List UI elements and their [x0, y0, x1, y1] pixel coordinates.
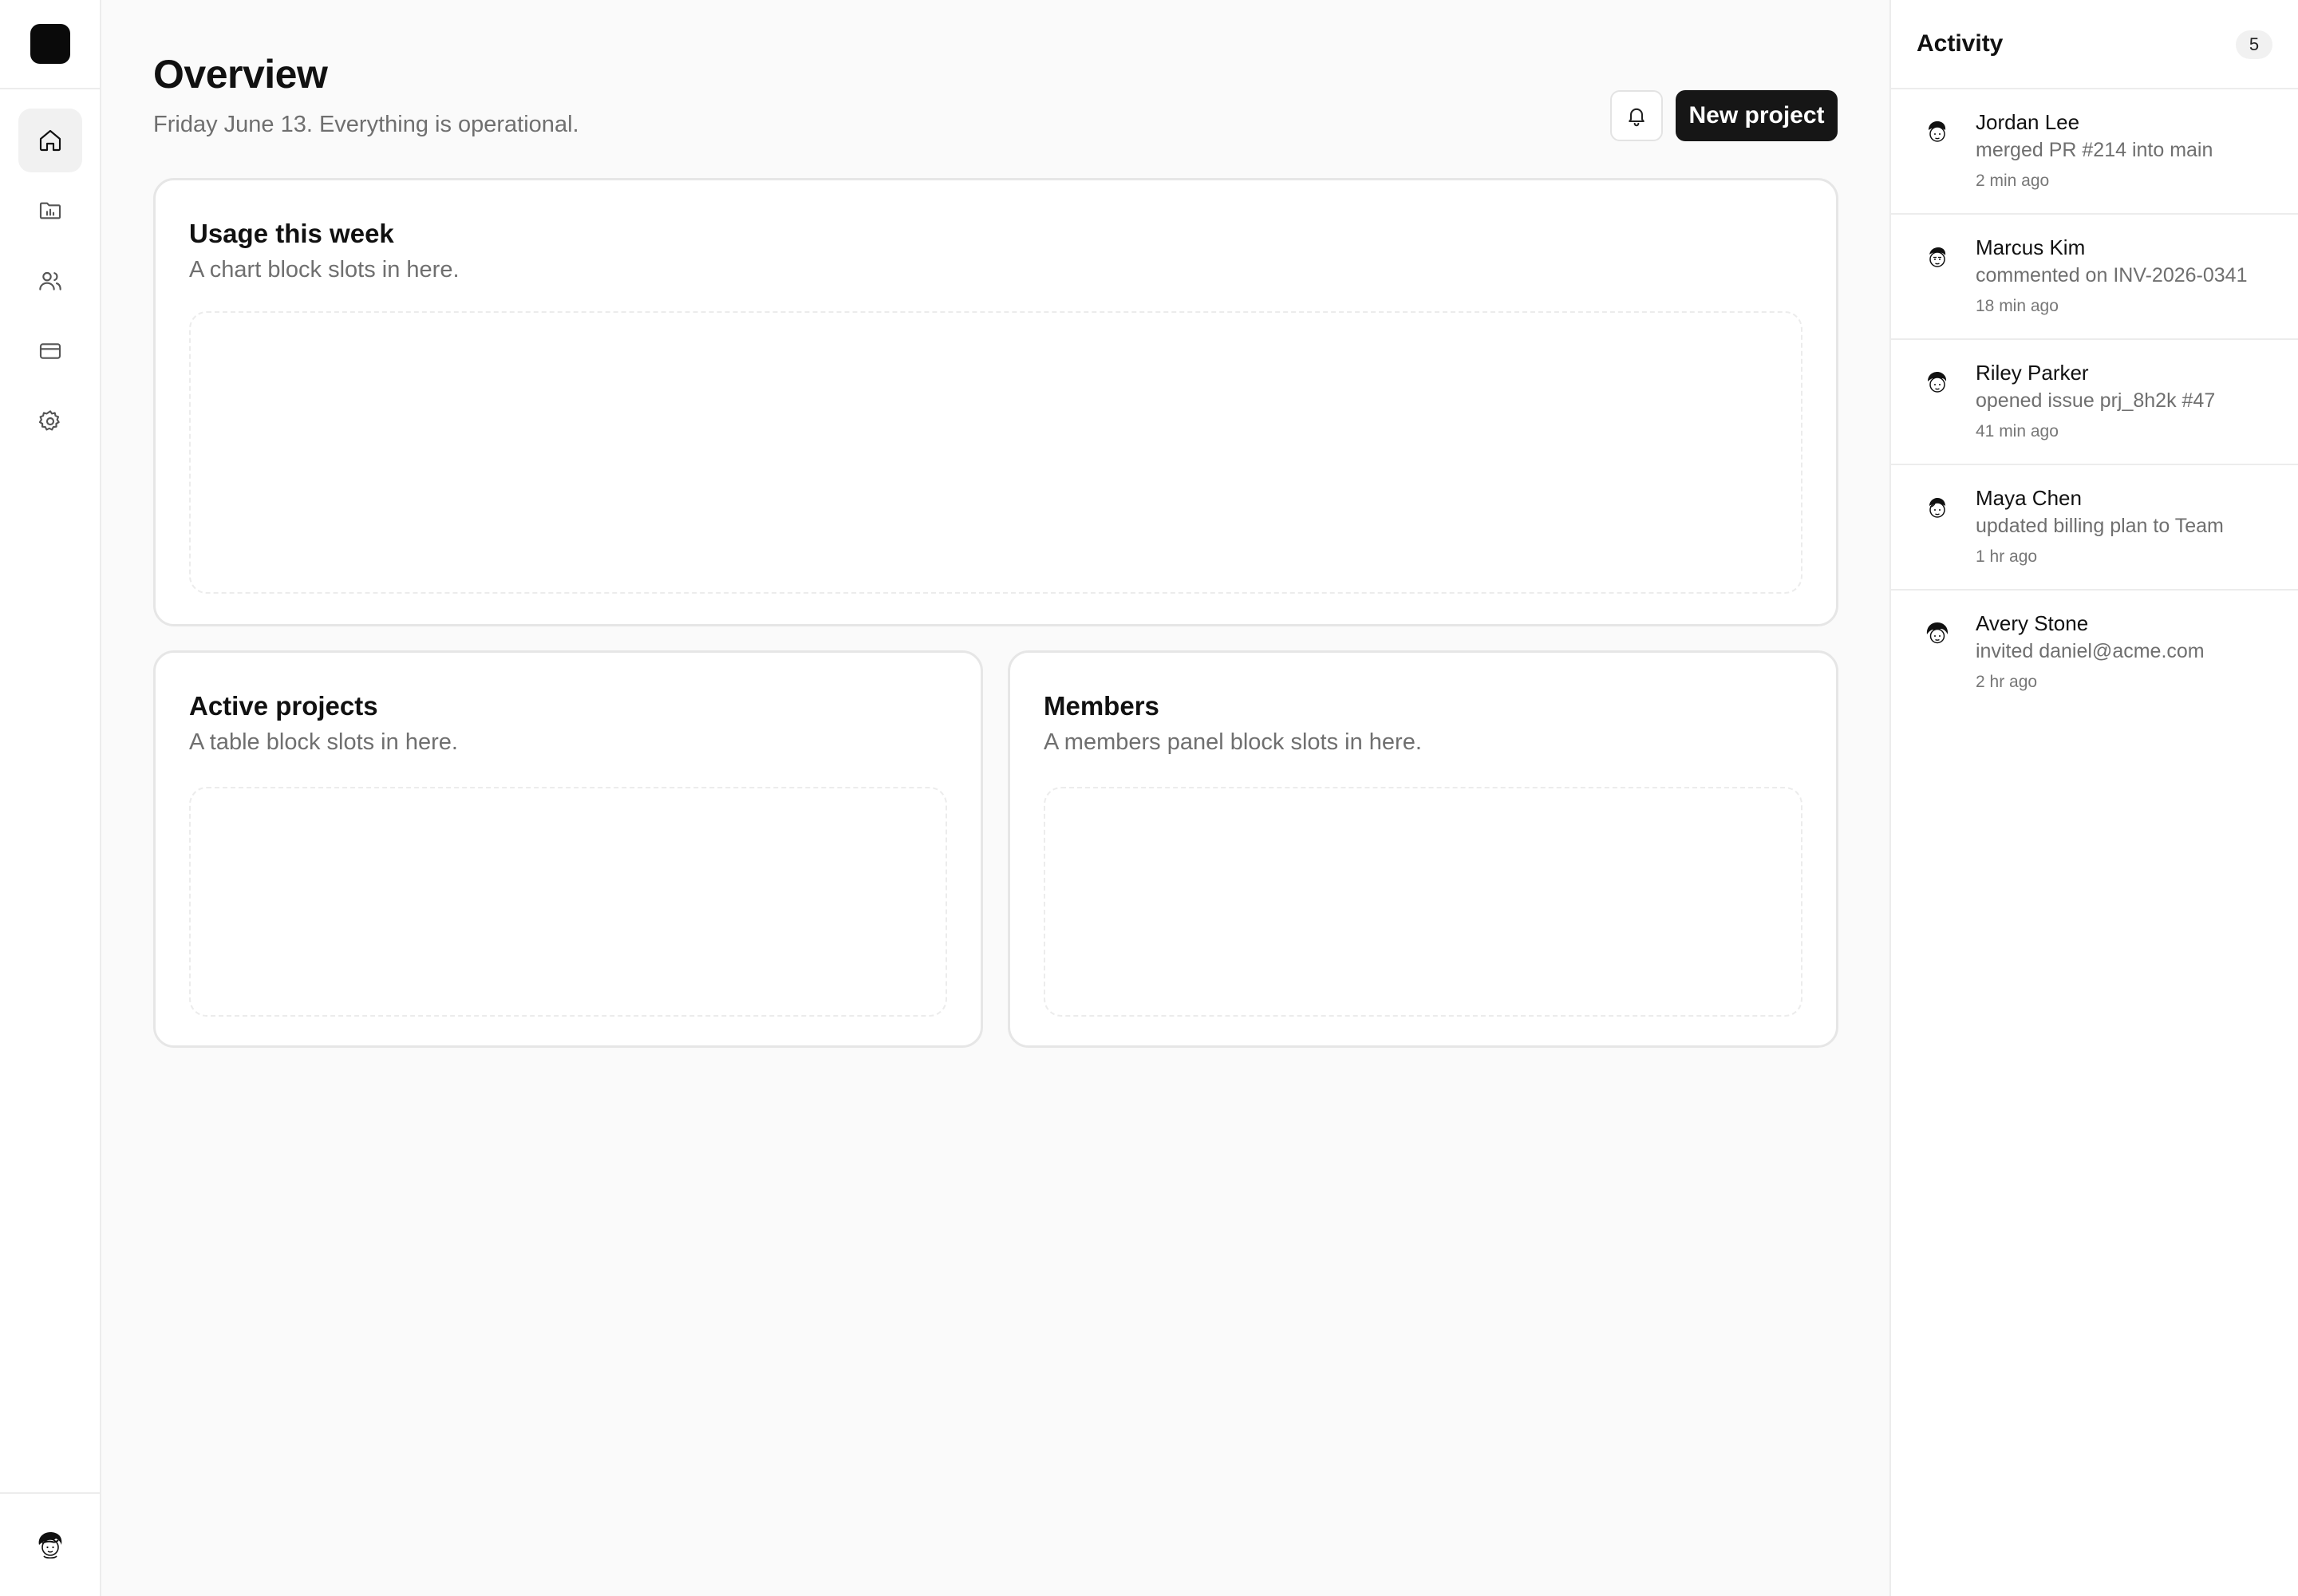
activity-item[interactable]: Maya Chen updated billing plan to Team 1…: [1891, 465, 2298, 591]
avatar: [1920, 115, 1955, 150]
active-projects-card: Active projects A table block slots in h…: [153, 650, 983, 1048]
active-projects-card-title: Active projects: [189, 691, 378, 721]
primary-nav: [0, 89, 100, 453]
home-icon: [39, 129, 61, 152]
activity-message: commented on INV-2026-0341: [1976, 264, 2248, 286]
avatar-icon: [1929, 247, 1946, 267]
usage-card-title: Usage this week: [189, 219, 394, 248]
usage-card-description: A chart block slots in here.: [189, 257, 460, 282]
activity-header: Activity 5: [1891, 0, 2298, 89]
activity-message: invited daniel@acme.com: [1976, 640, 2205, 662]
activity-user-name: Riley Parker: [1976, 361, 2089, 385]
page-subtitle: Friday June 13. Everything is operationa…: [153, 112, 579, 137]
chart-slot: [189, 311, 1802, 594]
activity-item[interactable]: Marcus Kim commented on INV-2026-0341 18…: [1891, 215, 2298, 340]
members-slot: [1044, 787, 1802, 1017]
nav-item-settings[interactable]: [18, 389, 82, 453]
activity-time: 41 min ago: [1976, 422, 2059, 440]
activity-user-name: Jordan Lee: [1976, 110, 2080, 134]
nav-rail: [0, 0, 101, 1596]
activity-item[interactable]: Riley Parker opened issue prj_8h2k #47 4…: [1891, 340, 2298, 465]
activity-item[interactable]: Jordan Lee merged PR #214 into main 2 mi…: [1891, 89, 2298, 215]
notifications-button[interactable]: [1610, 90, 1663, 141]
avatar: [1920, 240, 1955, 275]
avatar-icon: [1929, 121, 1946, 142]
avatar: [1920, 616, 1955, 651]
active-projects-card-description: A table block slots in here.: [189, 729, 458, 755]
nav-item-team[interactable]: [18, 249, 82, 313]
logo-area: [0, 0, 100, 89]
avatar-icon: [1928, 372, 1947, 393]
activity-count-badge: 5: [2236, 30, 2272, 59]
page-title: Overview: [153, 52, 328, 97]
activity-user-name: Maya Chen: [1976, 486, 2082, 510]
nav-item-billing[interactable]: [18, 319, 82, 383]
usage-card: Usage this week A chart block slots in h…: [153, 178, 1838, 626]
members-card-description: A members panel block slots in here.: [1044, 729, 1422, 755]
activity-message: updated billing plan to Team: [1976, 515, 2224, 537]
avatar: [1920, 365, 1955, 401]
gear-icon: [38, 410, 60, 431]
new-project-button[interactable]: New project: [1676, 90, 1838, 141]
table-slot: [189, 787, 947, 1017]
activity-time: 2 hr ago: [1976, 673, 2038, 691]
user-avatar[interactable]: [31, 1527, 69, 1563]
nav-item-projects[interactable]: [18, 179, 82, 243]
avatar: [1920, 491, 1955, 526]
user-menu[interactable]: [0, 1492, 100, 1596]
activity-time: 18 min ago: [1976, 297, 2059, 315]
activity-time: 2 min ago: [1976, 172, 2050, 190]
user-avatar-icon: [38, 1532, 61, 1559]
activity-title: Activity: [1917, 30, 2004, 57]
activity-message: opened issue prj_8h2k #47: [1976, 389, 2216, 412]
main-content: Overview Friday June 13. Everything is o…: [101, 0, 1889, 1596]
avatar-icon: [1929, 498, 1945, 518]
members-card: Members A members panel block slots in h…: [1008, 650, 1838, 1048]
users-icon: [38, 271, 61, 290]
credit-card-icon: [39, 343, 61, 359]
activity-user-name: Marcus Kim: [1976, 235, 2086, 259]
activity-user-name: Avery Stone: [1976, 611, 2089, 635]
members-card-title: Members: [1044, 691, 1159, 721]
activity-panel: Activity 5 Jordan Lee merged PR #214 int…: [1889, 0, 2298, 1596]
activity-time: 1 hr ago: [1976, 547, 2038, 566]
avatar-icon: [1926, 622, 1949, 644]
activity-item[interactable]: Avery Stone invited daniel@acme.com 2 hr…: [1891, 591, 2298, 716]
activity-message: merged PR #214 into main: [1976, 139, 2213, 161]
activity-list: Jordan Lee merged PR #214 into main 2 mi…: [1891, 89, 2298, 716]
bell-icon: [1629, 108, 1645, 127]
folder-icon: [39, 202, 61, 219]
nav-item-home[interactable]: [18, 109, 82, 172]
app-logo[interactable]: [30, 24, 70, 64]
